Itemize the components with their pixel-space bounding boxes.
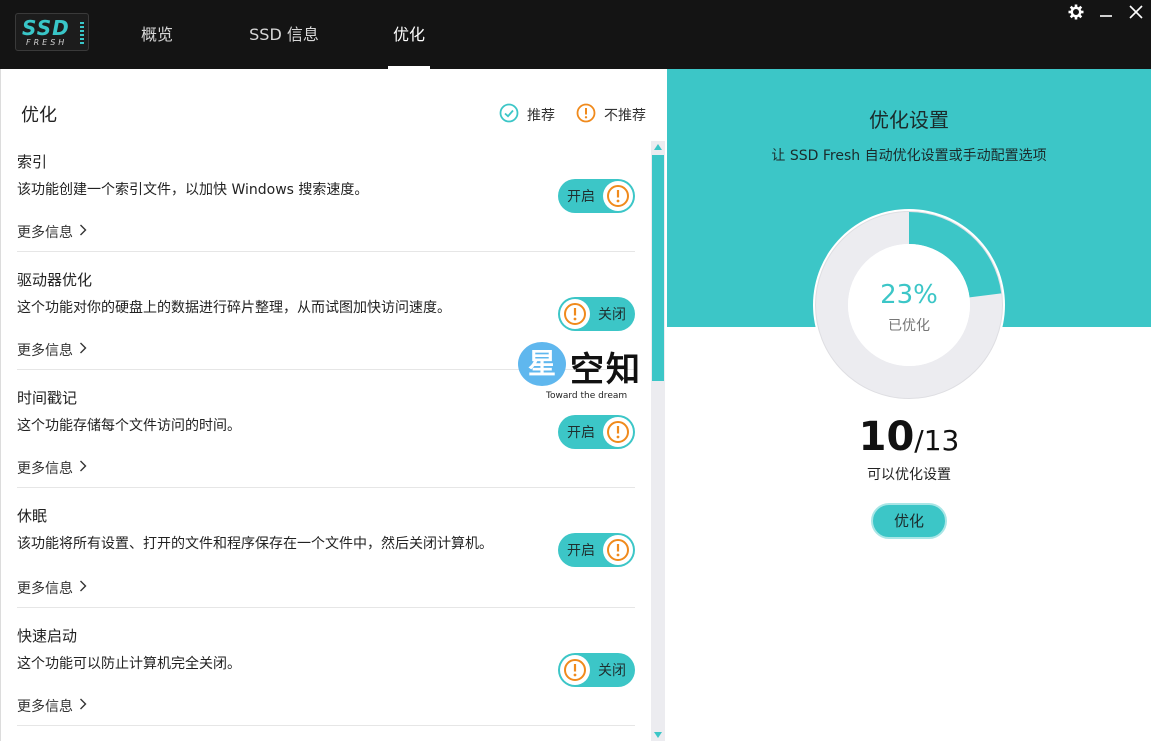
logo-sub-text: FRESH [26,38,68,47]
watermark: 星 空知 Toward the dream [518,340,658,404]
feature-name: 驱动器优化 [17,271,93,289]
legend-recommended: 推荐 [499,103,555,127]
tab-optimize[interactable]: 优化 [388,0,430,69]
title-bar: SSD FRESH 概览 SSD 信息 优化 [0,0,1151,69]
timestamp-toggle[interactable]: 开启 [558,415,635,449]
toggle-label: 开启 [567,543,595,559]
toggle-label: 关闭 [598,307,626,323]
more-info-link[interactable]: 更多信息 [17,578,87,598]
feature-name: 快速启动 [17,627,78,645]
more-info-link[interactable]: 更多信息 [17,696,87,716]
legend-recommended-label: 推荐 [527,108,555,124]
warning-circle-icon [603,181,633,211]
warning-circle-icon [560,299,590,329]
feature-name: 索引 [17,153,48,171]
logo-main-text: SSD [22,16,70,40]
warning-circle-icon [576,103,596,127]
optimizable-count: 10/13 [667,414,1151,460]
scroll-down-arrow-icon[interactable] [651,729,665,741]
toggle-label: 开启 [567,189,595,205]
chevron-right-icon [79,580,87,596]
legend-not-recommended: 不推荐 [576,103,646,127]
panel-title: 优化 [21,105,57,126]
more-info-label: 更多信息 [17,699,73,715]
legend-not-recommended-label: 不推荐 [604,108,646,124]
optimized-label: 已优化 [888,318,930,334]
scroll-up-arrow-icon[interactable] [651,141,665,153]
warning-circle-icon [560,655,590,685]
count-label: 可以优化设置 [867,467,951,483]
feature-item-fast-startup: 快速启动 这个功能可以防止计算机完全关闭。 更多信息 关闭 [17,625,635,726]
optimization-list-panel: 优化 推荐 不推荐 索引 该功能创建一个索引文件，以加快 Windows 搜索速… [0,69,667,741]
watermark-star-badge: 星 [518,342,566,386]
minimize-icon[interactable] [1095,4,1117,24]
tab-ssd-info[interactable]: SSD 信息 [238,0,330,69]
more-info-link[interactable]: 更多信息 [17,458,87,478]
chevron-right-icon [79,460,87,476]
feature-name: 时间戳记 [17,389,78,407]
fast-startup-toggle[interactable]: 关闭 [558,653,635,687]
more-info-label: 更多信息 [17,461,73,477]
count-total: /13 [914,424,960,457]
chevron-right-icon [79,224,87,240]
drive-optimization-toggle[interactable]: 关闭 [558,297,635,331]
more-info-label: 更多信息 [17,343,73,359]
logo-bars [80,22,84,44]
more-info-link[interactable]: 更多信息 [17,340,87,360]
feature-description: 这个功能可以防止计算机完全关闭。 [17,656,241,672]
warning-circle-icon [603,535,633,565]
feature-item-hibernate: 休眠 该功能将所有设置、打开的文件和程序保存在一个文件中，然后关闭计算机。 更多… [17,505,635,608]
more-info-label: 更多信息 [17,225,73,241]
summary-subtitle: 让 SSD Fresh 自动优化设置或手动配置选项 [771,148,1047,164]
optimized-percent: 23% [880,280,938,310]
hibernate-toggle[interactable]: 开启 [558,533,635,567]
watermark-subtext: Toward the dream [546,391,628,401]
feature-name: 休眠 [17,507,48,525]
toggle-label: 开启 [567,425,595,441]
tab-overview[interactable]: 概览 [126,0,188,69]
feature-description: 这个功能对你的硬盘上的数据进行碎片整理，从而试图加快访问速度。 [17,300,451,316]
check-circle-icon [499,103,519,127]
more-info-link[interactable]: 更多信息 [17,222,87,242]
optimize-button[interactable]: 优化 [871,503,947,539]
count-done: 10 [858,414,915,460]
watermark-text: 空知 [570,350,642,390]
more-info-label: 更多信息 [17,581,73,597]
app-logo: SSD FRESH [15,13,89,51]
summary-title: 优化设置 [869,108,949,132]
chevron-right-icon [79,698,87,714]
chevron-right-icon [79,342,87,358]
vertical-scrollbar[interactable] [651,141,665,741]
feature-description: 该功能创建一个索引文件，以加快 Windows 搜索速度。 [17,182,369,198]
toggle-label: 关闭 [598,663,626,679]
feature-description: 该功能将所有设置、打开的文件和程序保存在一个文件中，然后关闭计算机。 [17,536,493,552]
feature-description: 这个功能存储每个文件访问的时间。 [17,418,241,434]
warning-circle-icon [603,417,633,447]
feature-item-indexing: 索引 该功能创建一个索引文件，以加快 Windows 搜索速度。 更多信息 开启 [17,151,635,252]
settings-gear-icon[interactable] [1065,4,1087,24]
close-icon[interactable] [1125,4,1147,24]
indexing-toggle[interactable]: 开启 [558,179,635,213]
